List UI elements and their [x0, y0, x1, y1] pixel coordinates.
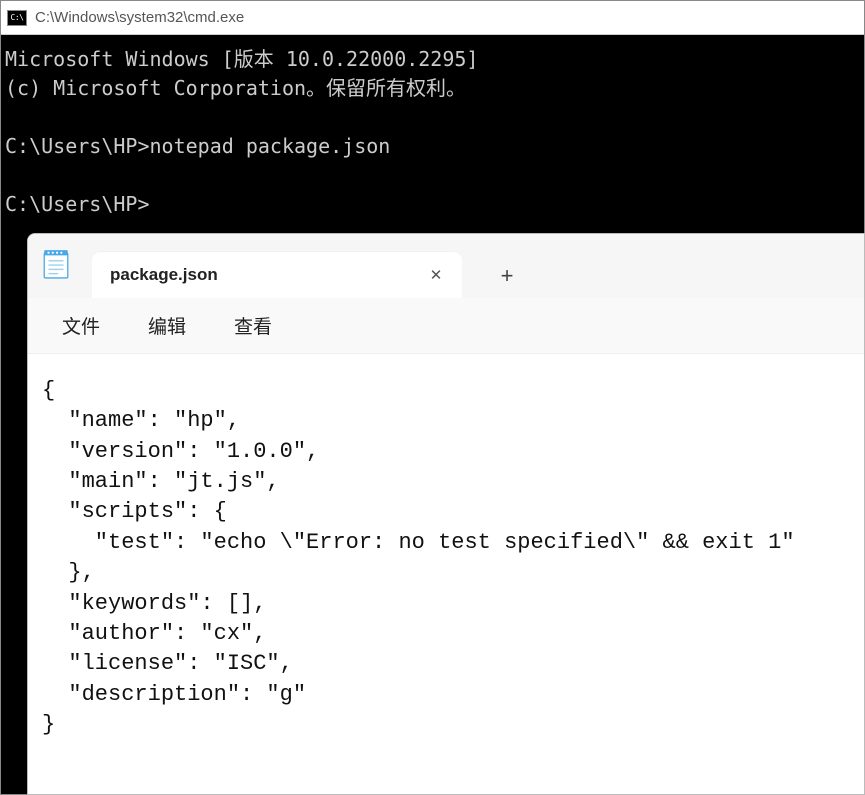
cmd-titlebar: C:\ C:\Windows\system32\cmd.exe: [1, 1, 864, 35]
menu-view[interactable]: 查看: [210, 304, 296, 347]
cmd-prompt-line[interactable]: C:\Users\HP>: [5, 190, 860, 219]
cmd-prompt: C:\Users\HP>: [5, 192, 150, 216]
cmd-blank-line: [5, 161, 860, 190]
tab-active[interactable]: package.json ✕: [92, 252, 462, 298]
cmd-banner-line: Microsoft Windows [版本 10.0.22000.2295]: [5, 45, 860, 74]
tab-title: package.json: [110, 265, 412, 285]
cmd-prompt-line: C:\Users\HP>notepad package.json: [5, 132, 860, 161]
notepad-window: package.json ✕ + 文件 编辑 查看 { "name": "hp"…: [27, 233, 865, 795]
cmd-command-text: notepad package.json: [150, 134, 391, 158]
cmd-prompt: C:\Users\HP>: [5, 134, 150, 158]
new-tab-button[interactable]: +: [482, 254, 532, 298]
cmd-blank-line: [5, 103, 860, 132]
notepad-menubar: 文件 编辑 查看: [28, 298, 864, 354]
cmd-output[interactable]: Microsoft Windows [版本 10.0.22000.2295](c…: [1, 35, 864, 229]
notepad-app-icon: [42, 248, 70, 280]
editor-text: { "name": "hp", "version": "1.0.0", "mai…: [42, 378, 795, 737]
notepad-titlebar: package.json ✕ +: [28, 234, 864, 298]
notepad-editor[interactable]: { "name": "hp", "version": "1.0.0", "mai…: [28, 354, 864, 794]
menu-file[interactable]: 文件: [38, 304, 124, 347]
cmd-banner-line: (c) Microsoft Corporation。保留所有权利。: [5, 74, 860, 103]
menu-edit[interactable]: 编辑: [124, 304, 210, 347]
close-tab-button[interactable]: ✕: [420, 259, 452, 291]
cmd-title: C:\Windows\system32\cmd.exe: [35, 9, 244, 26]
cmd-icon: C:\: [7, 10, 27, 26]
